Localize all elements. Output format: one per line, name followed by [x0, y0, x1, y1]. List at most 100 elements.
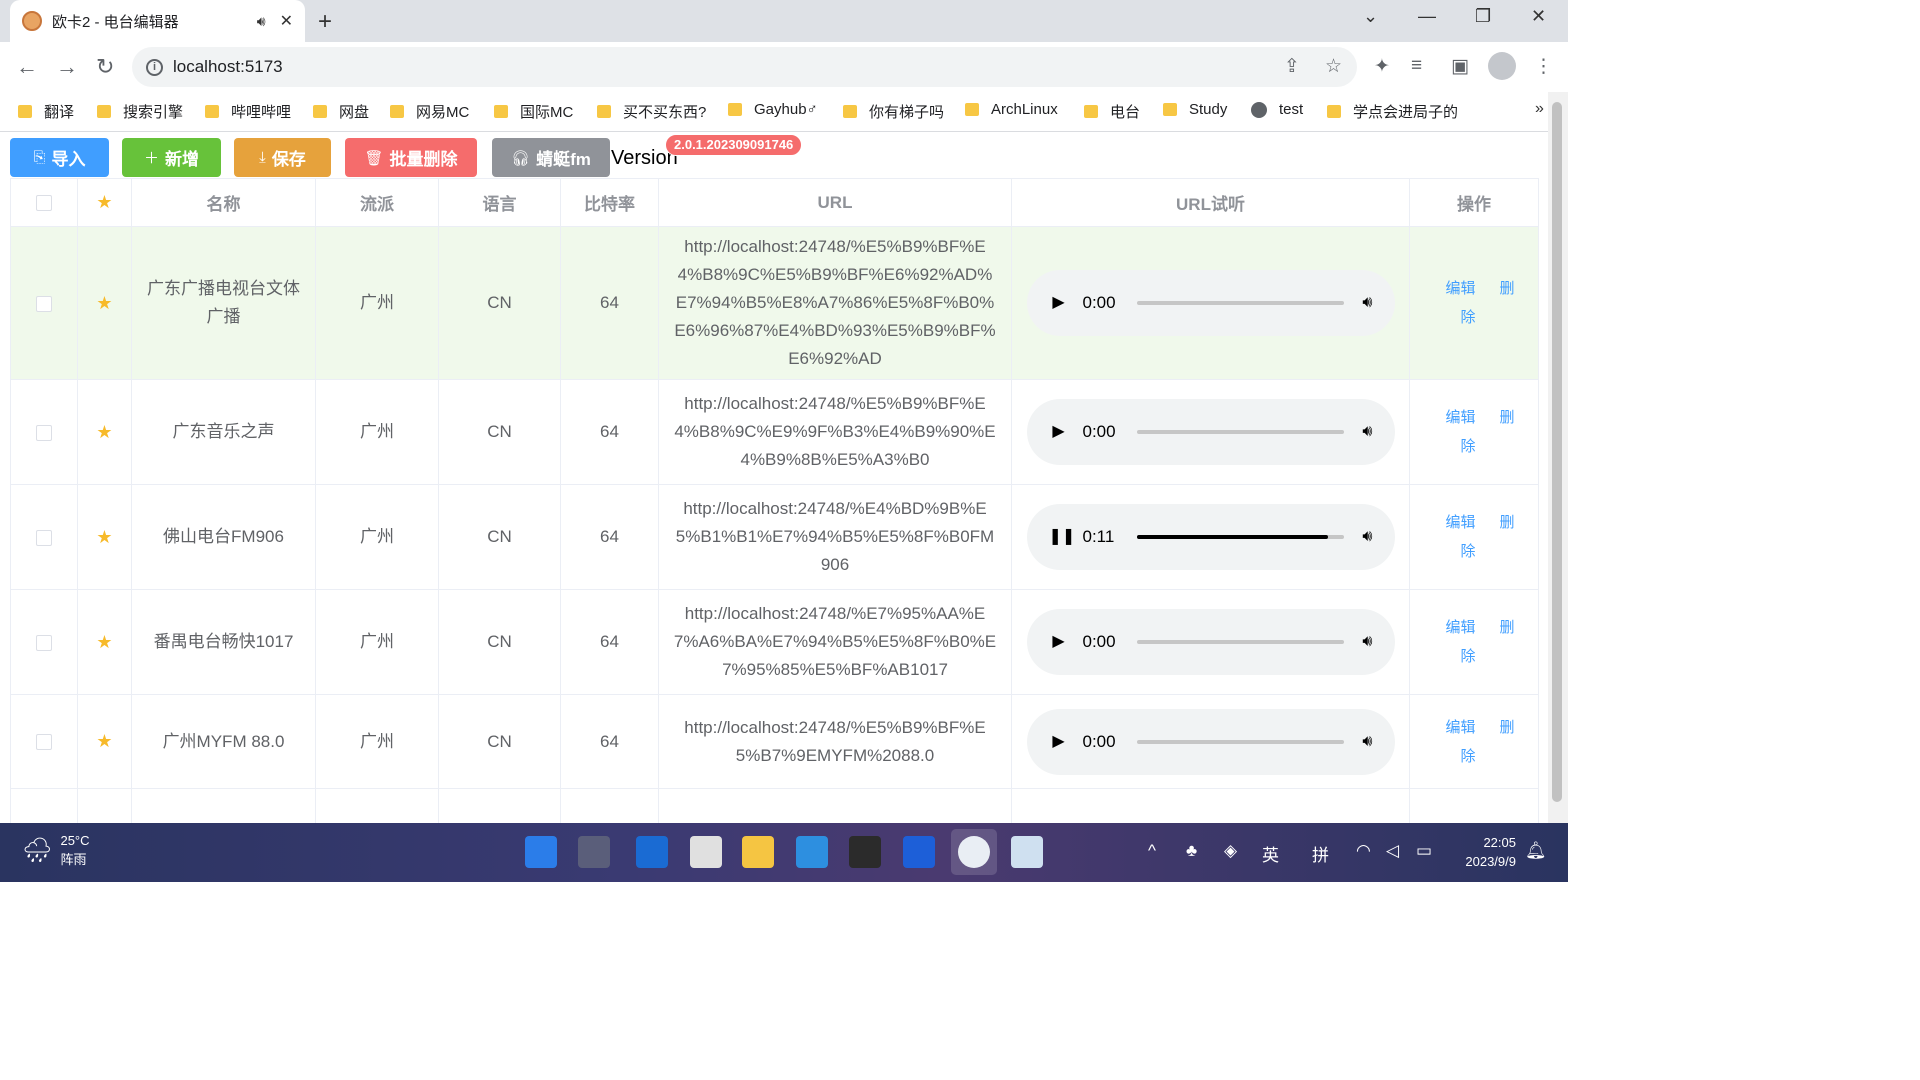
bookmark-4[interactable]: 网盘	[313, 101, 369, 122]
table-row[interactable]	[10, 788, 1539, 823]
row-select-cell[interactable]	[10, 484, 78, 590]
chrome-icon[interactable]	[958, 836, 990, 868]
table-row[interactable]: ★ 广州MYFM 88.0 广州 CN 64 http://localhost:24748…	[10, 694, 1539, 789]
task-view-icon[interactable]	[690, 836, 722, 868]
bookmark-10[interactable]: ArchLinux	[965, 101, 1058, 118]
tray-app-icon[interactable]: ♣	[1186, 841, 1197, 861]
row-checkbox[interactable]	[36, 295, 52, 312]
media-control-icon[interactable]: ≡	[1411, 55, 1422, 77]
bookmark-14[interactable]: 学点会进局子的	[1327, 101, 1458, 122]
table-row[interactable]: ★ 广东广播电视台文体广播 广州 CN 64 http://localhost:24748…	[10, 226, 1539, 380]
forward-icon[interactable]: →	[56, 54, 78, 80]
bookmark-12[interactable]: Study	[1163, 101, 1227, 118]
edit-link[interactable]: 编辑	[1445, 719, 1475, 736]
edge-preview-icon[interactable]	[636, 836, 668, 868]
bookmark-9[interactable]: 你有梯子吗	[843, 101, 944, 122]
edit-link[interactable]: 编辑	[1445, 619, 1475, 636]
row-checkbox[interactable]	[36, 424, 52, 441]
bookmark-5[interactable]: 网易MC	[390, 101, 469, 122]
profile-avatar[interactable]	[1488, 52, 1516, 80]
table-row[interactable]: ★ 番禺电台畅快1017 广州 CN 64 http://localhost:24748/…	[10, 589, 1539, 695]
favorite-cell[interactable]: ★	[77, 589, 132, 695]
battery-icon[interactable]: ▭	[1416, 841, 1432, 861]
favorite-cell[interactable]: ★	[77, 484, 132, 590]
audio-progress-slider[interactable]	[1136, 739, 1345, 744]
volume-icon[interactable]: 🔊︎	[1362, 418, 1372, 446]
audio-player[interactable]: ▶ 0:00 🔊︎	[1026, 399, 1395, 465]
url-text[interactable]: localhost:5173	[173, 57, 283, 77]
volume-icon[interactable]: 🔊︎	[1362, 289, 1372, 317]
audio-progress-slider[interactable]	[1136, 640, 1345, 644]
row-select-cell[interactable]	[10, 589, 78, 695]
volume-icon[interactable]: ◁	[1386, 841, 1399, 861]
favorite-cell[interactable]: ★	[77, 379, 132, 485]
audio-progress-slider[interactable]	[1136, 535, 1345, 539]
row-checkbox[interactable]	[36, 529, 52, 546]
bookmark-11[interactable]: 电台	[1084, 101, 1140, 122]
audio-progress-slider[interactable]	[1136, 430, 1345, 434]
batch-delete-button[interactable]: 🗑︎ 批量删除	[345, 138, 477, 177]
weather-widget[interactable]: 🌧︎ 25°C 阵雨	[22, 831, 90, 869]
search-icon[interactable]	[578, 836, 610, 868]
star-icon[interactable]: ★	[96, 632, 112, 652]
edit-link[interactable]: 编辑	[1445, 280, 1475, 297]
address-bar[interactable]: i localhost:5173 ⇪ ☆	[132, 47, 1357, 87]
bookmark-1[interactable]: 翻译	[18, 101, 74, 122]
play-icon[interactable]: ▶	[1049, 728, 1069, 756]
share-icon[interactable]: ⇪	[1284, 55, 1300, 78]
audio-player[interactable]: ▶ 0:00 🔊︎	[1026, 609, 1395, 675]
star-icon[interactable]: ★	[96, 293, 112, 313]
tab-close-icon[interactable]: ✕	[280, 11, 293, 31]
windows-start-icon[interactable]	[525, 836, 557, 868]
volume-icon[interactable]: 🔊︎	[1362, 728, 1372, 756]
bookmark-13[interactable]: test	[1251, 101, 1303, 118]
system-clock[interactable]: 22:05 2023/9/9	[1452, 833, 1516, 871]
row-select-cell[interactable]	[10, 226, 78, 380]
star-icon[interactable]: ★	[96, 422, 112, 442]
play-icon[interactable]: ▶	[1049, 628, 1069, 656]
bookmark-8[interactable]: Gayhub♂	[728, 101, 818, 118]
webstorm-icon[interactable]	[903, 836, 935, 868]
bookmark-7[interactable]: 买不买东西?	[597, 101, 706, 122]
menu-icon[interactable]: ⋮	[1534, 55, 1553, 78]
row-checkbox[interactable]	[36, 734, 52, 751]
volume-icon[interactable]: 🔊︎	[1362, 628, 1372, 656]
star-icon[interactable]: ★	[96, 731, 112, 751]
save-button[interactable]: ⤓ 保存	[234, 138, 331, 177]
select-all-checkbox[interactable]	[36, 195, 52, 212]
row-select-cell[interactable]	[10, 694, 78, 789]
extensions-icon[interactable]: ✦	[1374, 55, 1390, 78]
favorite-cell[interactable]: ★	[77, 694, 132, 789]
add-button[interactable]: ＋ 新增	[122, 138, 221, 177]
close-window-button[interactable]: ✕	[1531, 6, 1546, 27]
volume-icon[interactable]: 🔊︎	[1362, 523, 1372, 551]
bookmarks-more-icon[interactable]: »	[1535, 100, 1544, 118]
audio-player[interactable]: ❚❚ 0:11 🔊︎	[1026, 504, 1395, 570]
audio-player[interactable]: ▶ 0:00 🔊︎	[1026, 270, 1395, 336]
star-icon[interactable]: ★	[96, 527, 112, 547]
ime-mode[interactable]: 拼	[1312, 841, 1329, 866]
select-all-header[interactable]	[10, 178, 78, 227]
maximize-button[interactable]: ❐	[1475, 6, 1491, 27]
audio-progress-slider[interactable]	[1136, 301, 1345, 305]
row-select-cell[interactable]	[10, 379, 78, 485]
edit-link[interactable]: 编辑	[1445, 409, 1475, 426]
terminal-icon[interactable]	[849, 836, 881, 868]
reload-icon[interactable]: ↻	[96, 54, 114, 80]
browser-tab[interactable]: 欧卡2 - 电台编辑器 🔊︎ ✕	[10, 0, 305, 42]
speaker-icon[interactable]: 🔊︎	[257, 13, 266, 30]
table-row[interactable]: ★ 广东音乐之声 广州 CN 64 http://localhost:24748/%E5%…	[10, 379, 1539, 485]
favorite-cell[interactable]: ★	[77, 226, 132, 380]
page-scrollbar[interactable]	[1548, 92, 1568, 823]
chevron-down-icon[interactable]: ⌄	[1363, 6, 1378, 27]
wifi-icon[interactable]: ◠	[1356, 841, 1371, 861]
tray-network-app-icon[interactable]: ◈	[1224, 841, 1237, 861]
sidepanel-icon[interactable]: ▣	[1451, 55, 1469, 78]
minimize-button[interactable]: —	[1418, 6, 1436, 27]
vscode-icon[interactable]	[796, 836, 828, 868]
pause-icon[interactable]: ❚❚	[1049, 523, 1076, 551]
bookmark-3[interactable]: 哔哩哔哩	[205, 101, 291, 122]
audio-player[interactable]: ▶ 0:00 🔊︎	[1026, 708, 1395, 775]
back-icon[interactable]: ←	[16, 54, 38, 80]
play-icon[interactable]: ▶	[1049, 418, 1069, 446]
